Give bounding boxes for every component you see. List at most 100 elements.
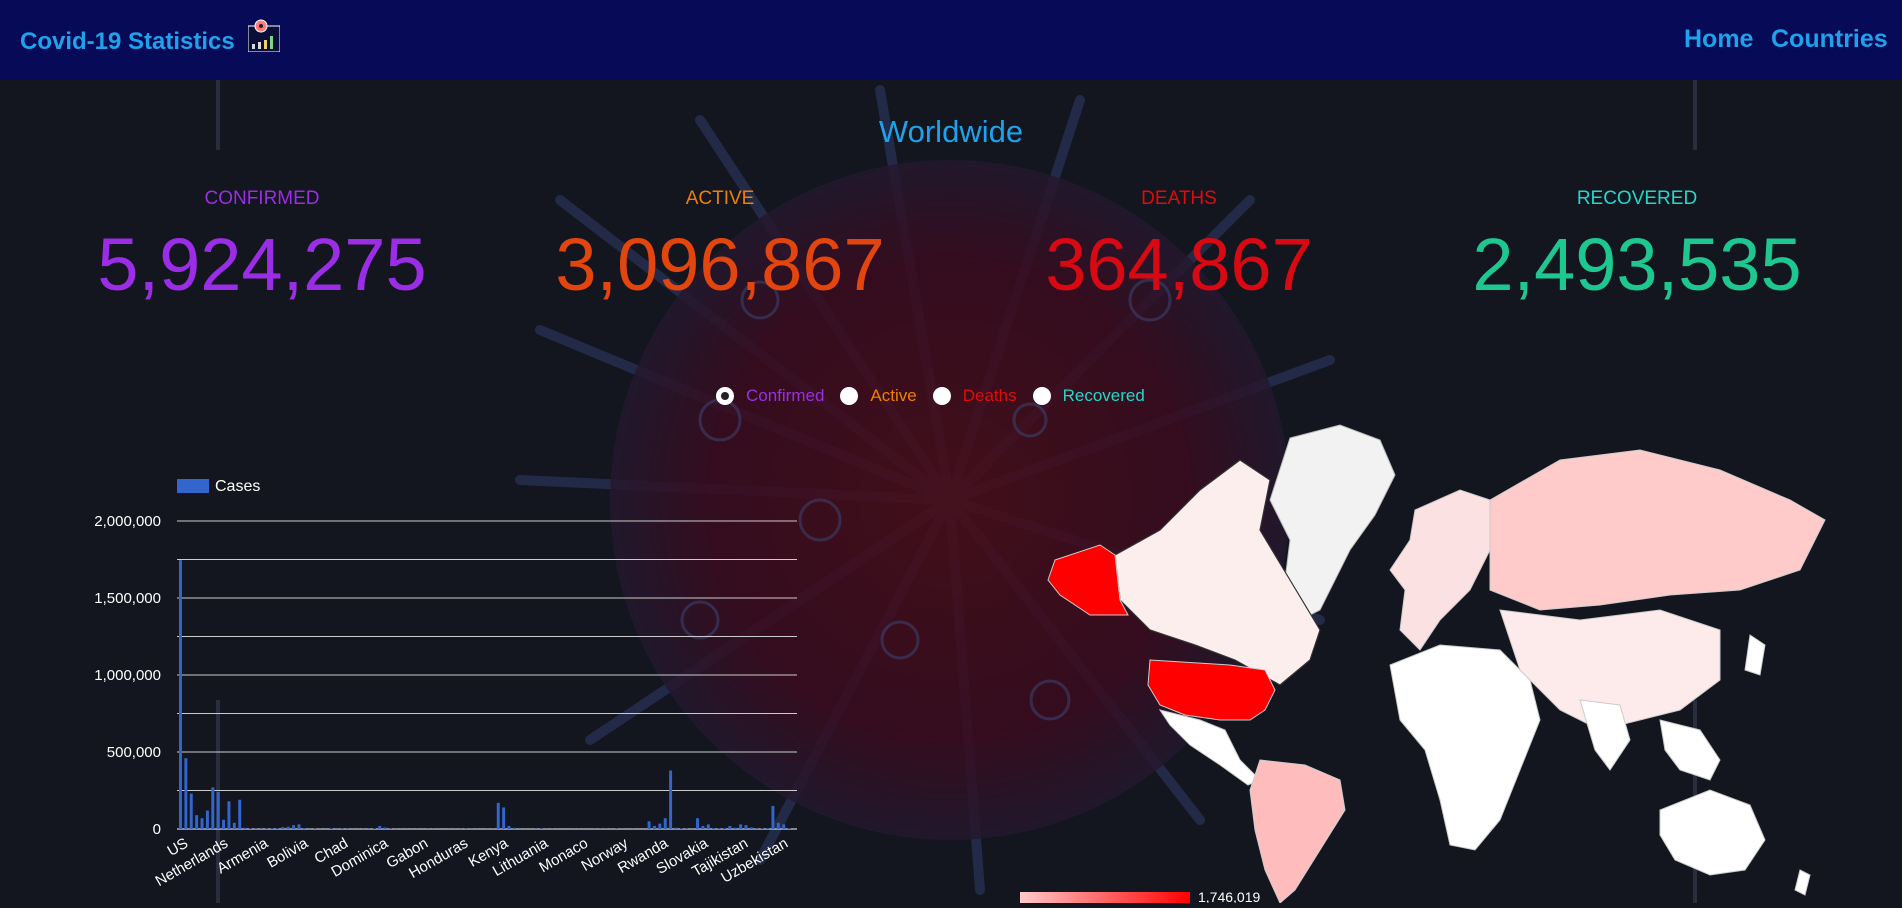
stat-deaths-value: 364,867 [949,225,1409,305]
bar-chart-svg: Cases 2,000,0001,500,0001,000,000500,000… [60,470,810,903]
bar[interactable] [750,827,753,829]
radio-confirmed-label: Confirmed [746,386,824,406]
y-tick-label: 0 [153,821,161,838]
bar[interactable] [378,826,381,829]
bar[interactable] [287,827,290,829]
bar[interactable] [244,828,247,829]
bar[interactable] [502,807,505,829]
map-region-mexico[interactable] [1160,710,1260,785]
nav-link-countries[interactable]: Countries [1771,25,1888,54]
bar[interactable] [745,825,748,829]
y-tick-label: 500,000 [107,744,161,761]
nav-link-home[interactable]: Home [1684,25,1753,54]
legend-swatch [177,479,209,493]
bar[interactable] [701,826,704,829]
world-map: 2 1,746,019 [1020,420,1830,903]
bar[interactable] [201,818,204,829]
stat-active: ACTIVE 3,096,867 [490,188,950,305]
world-map-svg: 2 1,746,019 [1020,420,1830,903]
bar[interactable] [238,800,241,829]
map-region-south-america[interactable] [1250,760,1345,903]
bar[interactable] [184,758,187,829]
bar[interactable] [664,818,667,829]
bar[interactable] [217,792,220,829]
bar[interactable] [728,826,731,829]
radio-active-label: Active [870,386,916,406]
legend-label: Cases [215,478,260,495]
map-region-africa[interactable] [1390,645,1540,850]
map-legend-max: 1,746,019 [1198,889,1260,903]
radio-deaths[interactable]: Deaths [933,386,1017,406]
radio-recovered-label: Recovered [1063,386,1145,406]
bar[interactable] [227,801,230,829]
map-region-japan[interactable] [1745,635,1765,675]
bar[interactable] [782,824,785,829]
bar[interactable] [271,828,274,829]
stat-confirmed-value: 5,924,275 [32,225,492,305]
cases-bar-chart: Cases 2,000,0001,500,0001,000,000500,000… [60,470,810,903]
map-region-australia[interactable] [1660,790,1765,875]
bar[interactable] [513,828,516,829]
map-region-usa[interactable] [1148,660,1275,720]
y-tick-label: 1,000,000 [94,667,161,684]
bar[interactable] [723,828,726,829]
bar[interactable] [777,823,780,829]
map-region-russia[interactable] [1490,450,1825,610]
radio-recovered[interactable]: Recovered [1033,386,1145,406]
bar[interactable] [211,787,214,829]
chart-logo-icon [248,18,280,52]
bar[interactable] [292,825,295,829]
stat-recovered-value: 2,493,535 [1407,225,1867,305]
navbar: Covid-19 Statistics Home Countries [0,0,1902,80]
bar[interactable] [771,806,774,829]
bar[interactable] [508,826,511,829]
bar[interactable] [195,815,198,829]
radio-confirmed-circle[interactable] [716,387,734,405]
radio-deaths-label: Deaths [963,386,1017,406]
map-region-europe[interactable] [1390,490,1490,650]
bar[interactable] [190,794,193,829]
bar[interactable] [222,820,225,829]
radio-active[interactable]: Active [840,386,916,406]
bar[interactable] [303,828,306,829]
bar[interactable] [373,828,376,829]
radio-confirmed[interactable]: Confirmed [716,386,824,406]
stat-active-value: 3,096,867 [490,225,950,305]
map-region-southeast-asia[interactable] [1660,720,1720,780]
bar[interactable] [739,824,742,829]
map-region-new-zealand[interactable] [1795,870,1810,895]
bar[interactable] [658,824,661,829]
bar[interactable] [179,560,182,829]
bar[interactable] [675,828,678,829]
stat-deaths: DEATHS 364,867 [949,188,1409,305]
bar[interactable] [669,770,672,829]
bar[interactable] [297,824,300,829]
bar[interactable] [281,827,284,829]
stat-active-label: ACTIVE [490,188,950,210]
stat-confirmed: CONFIRMED 5,924,275 [32,188,492,305]
x-tick-label: Bolivia [264,834,311,871]
bar[interactable] [696,818,699,829]
stat-recovered-label: RECOVERED [1407,188,1867,210]
bar[interactable] [233,823,236,829]
brand-title[interactable]: Covid-19 Statistics [20,28,235,56]
section-title: Worldwide [0,114,1902,150]
bar[interactable] [734,828,737,829]
bar[interactable] [653,826,656,829]
bar[interactable] [712,828,715,829]
y-tick-label: 2,000,000 [94,513,161,530]
bar[interactable] [206,811,209,829]
bar[interactable] [384,827,387,829]
bar[interactable] [497,803,500,829]
case-type-radio-group: Confirmed Active Deaths Recovered [716,385,1161,407]
bar[interactable] [265,828,268,829]
bar[interactable] [766,828,769,829]
radio-active-circle[interactable] [840,387,858,405]
radio-recovered-circle[interactable] [1033,387,1051,405]
stat-deaths-label: DEATHS [949,188,1409,210]
radio-deaths-circle[interactable] [933,387,951,405]
map-color-legend [1020,892,1190,903]
stat-confirmed-label: CONFIRMED [32,188,492,210]
bar[interactable] [707,824,710,829]
bar[interactable] [648,821,651,829]
